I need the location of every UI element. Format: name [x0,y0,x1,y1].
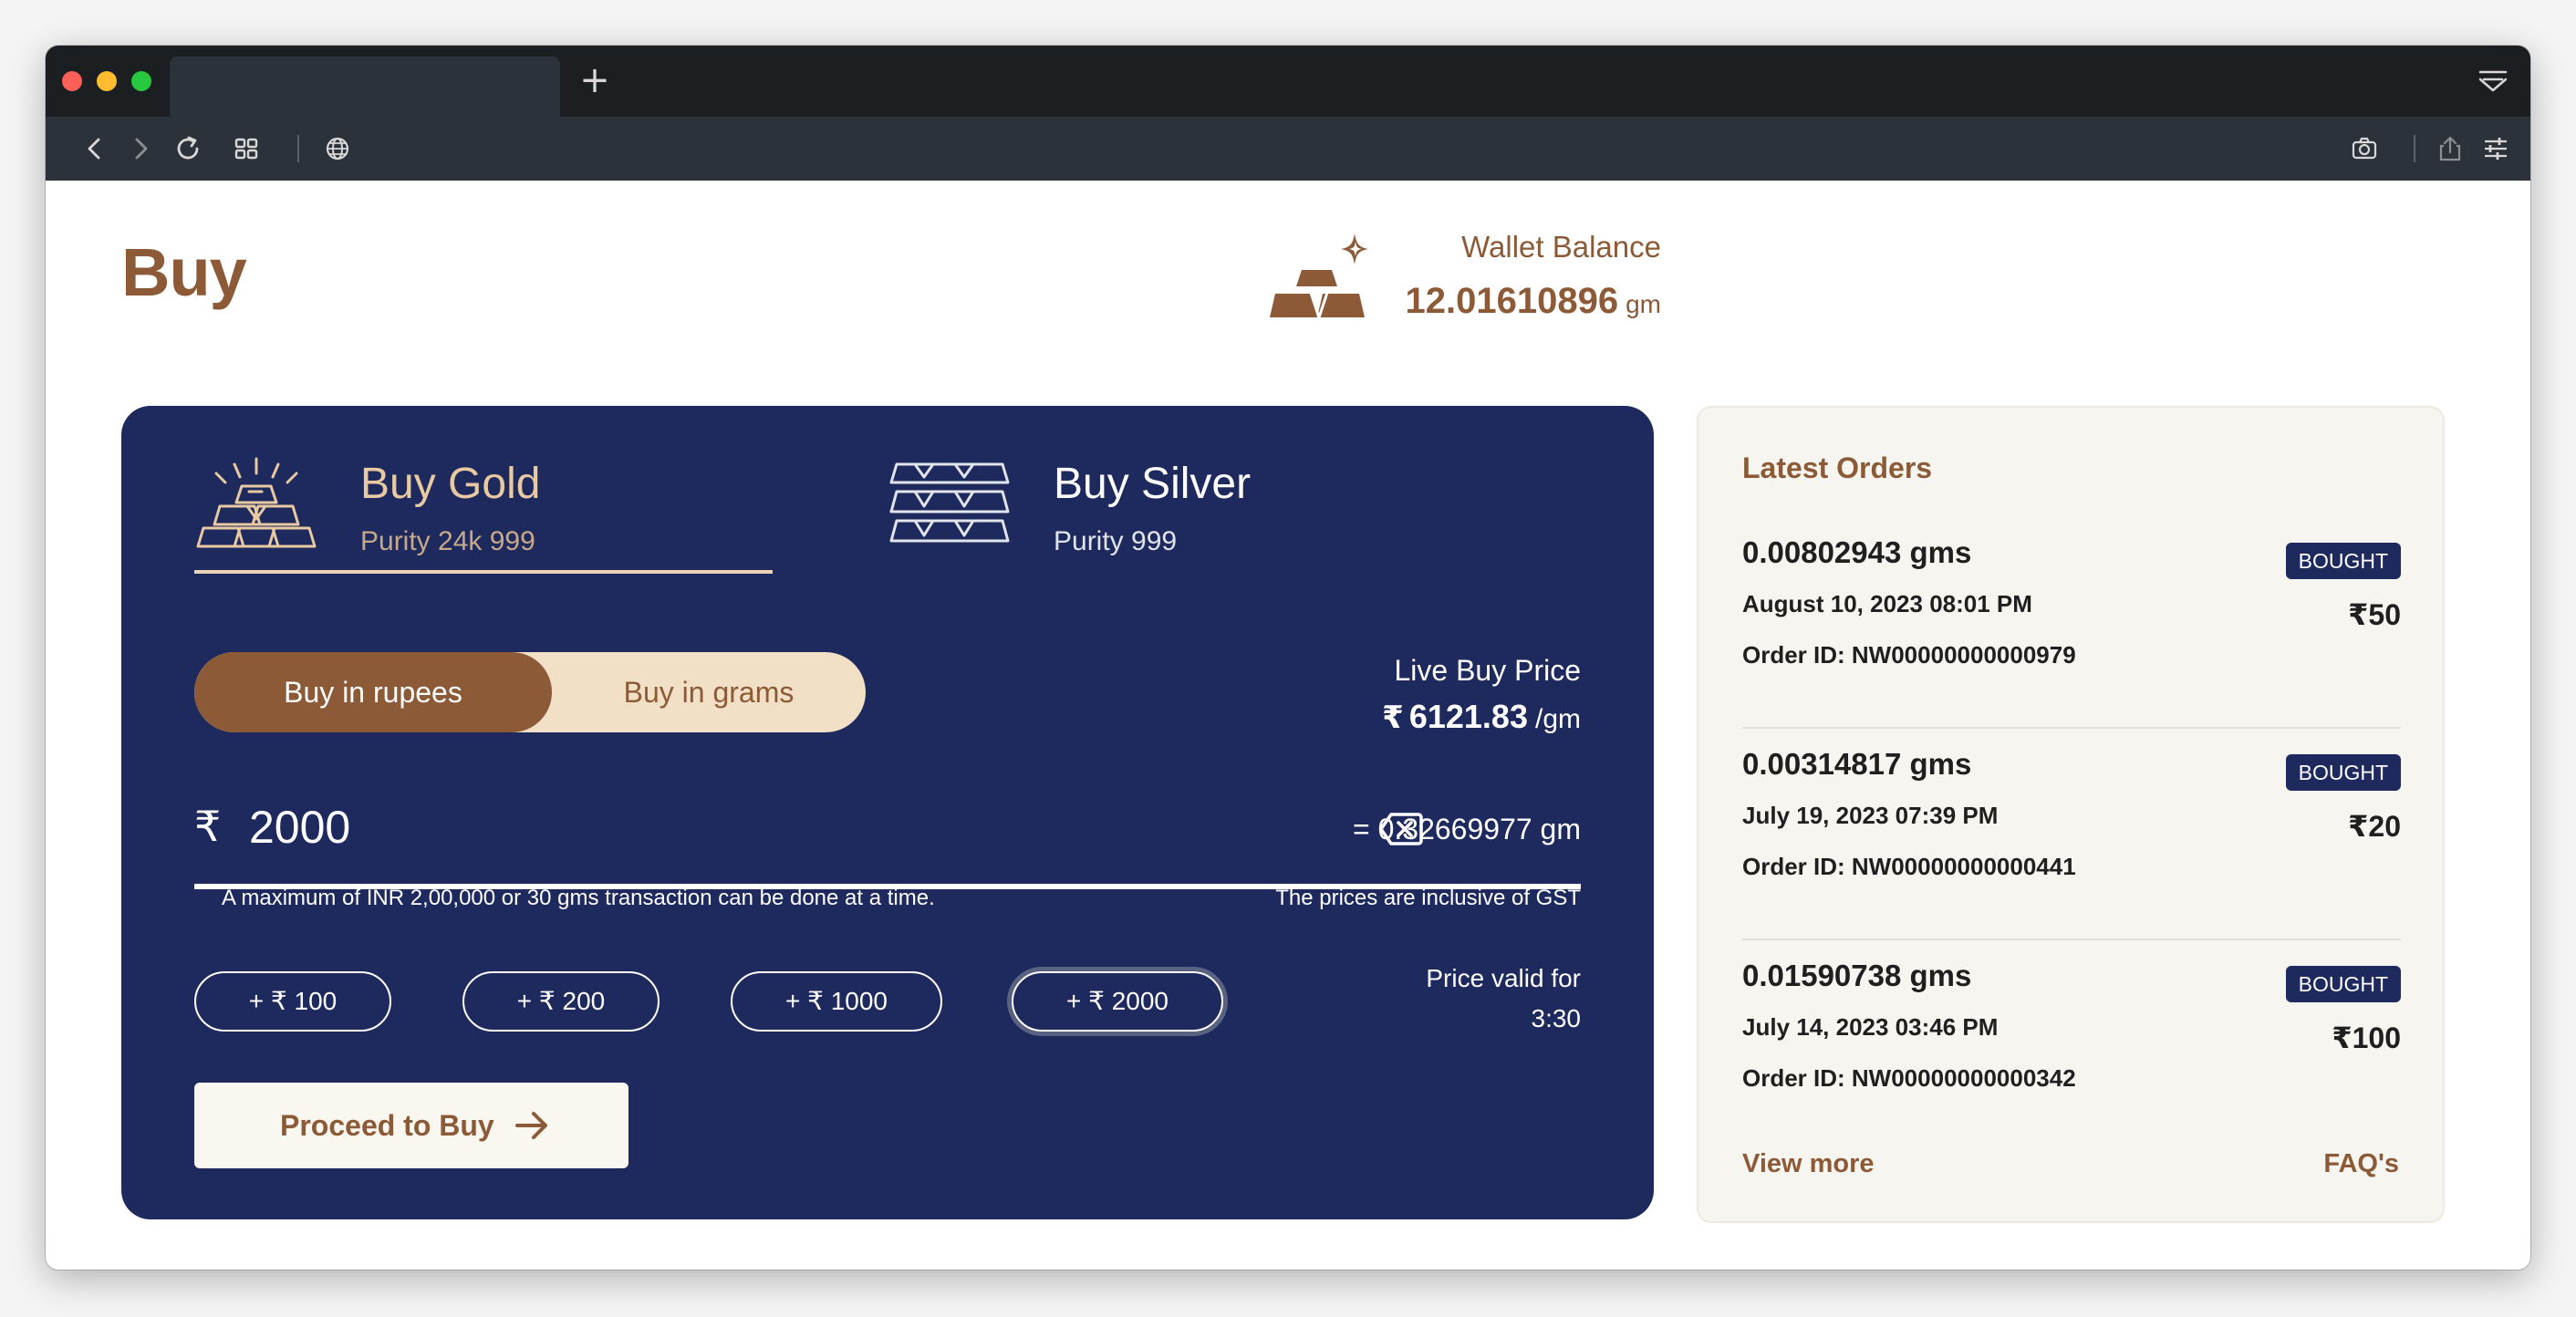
order-amount: ₹100 [2332,1021,2401,1054]
buy-in-grams-button[interactable]: Buy in grams [552,652,866,732]
gst-note: The prices are inclusive of GST [1275,886,1581,910]
transaction-limit-note: A maximum of INR 2,00,000 or 30 gms tran… [222,886,935,910]
order-date: August 10, 2023 08:01 PM [1742,590,2032,617]
proceed-to-buy-button[interactable]: Proceed to Buy [194,1083,628,1168]
order-item[interactable]: 0.00314817 gms July 19, 2023 07:39 PM Or… [1742,729,2401,940]
gold-bars-sparkle-icon [1270,233,1368,322]
back-icon[interactable] [80,134,109,163]
page-title: Buy [121,234,247,310]
status-badge: BOUGHT [2285,543,2401,579]
globe-icon[interactable] [323,134,352,163]
active-tab[interactable] [170,57,560,117]
buy-card: Buy Gold Purity 24k 999 Buy Silver Purit… [121,406,1654,1219]
amount-input-row: ₹ = 0.32669977 gm [194,789,1581,889]
settings-sliders-icon[interactable] [2481,134,2510,163]
buy-silver-purity: Purity 999 [1054,526,1178,556]
browser-toolbar [46,117,2530,181]
live-buy-price-label: Live Buy Price [1394,654,1581,687]
gold-bars-icon [196,457,317,548]
page-content: Buy Wallet Balance 12.01610896 gm Buy Go… [46,181,2530,1270]
price-valid-label: Price valid for [1426,964,1581,992]
order-item[interactable]: 0.00802943 gms August 10, 2023 08:01 PM … [1742,517,2401,729]
order-quantity: 0.00314817 gms [1742,747,1972,781]
quick-add-2000-button[interactable]: + ₹ 2000 [1012,971,1223,1032]
live-buy-price-unit: /gm [1534,704,1581,734]
buy-silver-title: Buy Silver [1054,460,1252,508]
tab-menu-icon[interactable] [2477,67,2508,95]
camera-icon[interactable] [2350,134,2379,163]
tab-bar: + [46,46,2530,117]
buy-gold-title: Buy Gold [360,460,541,508]
latest-orders-card: Latest Orders 0.00802943 gms August 10, … [1697,406,2445,1223]
wallet-balance-value: 12.01610896 gm [1406,281,1661,322]
quick-add-100-button[interactable]: + ₹ 100 [194,971,391,1032]
latest-orders-title: Latest Orders [1742,451,1933,484]
share-icon[interactable] [2436,134,2465,163]
arrow-right-icon [515,1112,547,1139]
rupee-symbol: ₹ [194,802,222,851]
tab-grid-icon[interactable] [232,134,261,163]
order-amount: ₹20 [2348,810,2401,843]
live-buy-price-value: 6121.83 [1408,698,1528,735]
order-id: Order ID: NW00000000000342 [1742,1064,2076,1092]
buy-gold-purity: Purity 24k 999 [360,526,535,556]
order-quantity: 0.01590738 gms [1742,959,1972,992]
status-badge: BOUGHT [2285,966,2401,1002]
order-date: July 14, 2023 03:46 PM [1742,1013,1999,1041]
order-date: July 19, 2023 07:39 PM [1742,802,1999,829]
forward-icon[interactable] [126,134,155,163]
maximize-window-button[interactable] [131,71,151,91]
order-amount: ₹50 [2348,598,2401,631]
buy-mode-toggle: Buy in grams Buy in rupees [194,652,866,732]
grams-equivalent: = 0.32669977 gm [1353,813,1581,845]
amount-input[interactable] [249,794,1070,860]
view-more-link[interactable]: View more [1742,1149,1875,1179]
order-quantity: 0.00802943 gms [1742,535,1972,569]
order-id: Order ID: NW00000000000979 [1742,641,2076,669]
toolbar-divider [297,135,299,162]
proceed-to-buy-label: Proceed to Buy [280,1109,494,1142]
wallet-balance-unit: gm [1626,290,1661,318]
toolbar-divider [2414,135,2415,162]
buy-in-rupees-button[interactable]: Buy in rupees [194,652,552,732]
live-buy-price: ₹6121.83/gm [1382,698,1581,736]
faqs-link[interactable]: FAQ's [2323,1149,2399,1179]
order-id: Order ID: NW00000000000441 [1742,853,2076,880]
quick-add-1000-button[interactable]: + ₹ 1000 [731,971,942,1032]
silver-bars-icon [889,462,1010,543]
quick-add-200-button[interactable]: + ₹ 200 [462,971,660,1032]
order-item[interactable]: 0.01590738 gms July 14, 2023 03:46 PM Or… [1742,940,2401,1152]
tab-buy-gold[interactable]: Buy Gold Purity 24k 999 [194,455,773,574]
close-window-button[interactable] [62,71,82,91]
minimize-window-button[interactable] [97,71,117,91]
rupee-symbol: ₹ [1382,700,1404,735]
reload-icon[interactable] [173,134,203,163]
wallet-balance-label: Wallet Balance [1461,230,1661,264]
status-badge: BOUGHT [2285,754,2401,791]
tab-buy-silver[interactable]: Buy Silver Purity 999 [888,455,1271,574]
new-tab-button[interactable]: + [573,58,617,102]
price-valid-timer: 3:30 [1531,1004,1582,1032]
browser-window: + Buy Wallet Balance 12.01610896 gm Buy … [46,46,2530,1270]
wallet-balance-amount: 12.01610896 [1405,281,1619,321]
